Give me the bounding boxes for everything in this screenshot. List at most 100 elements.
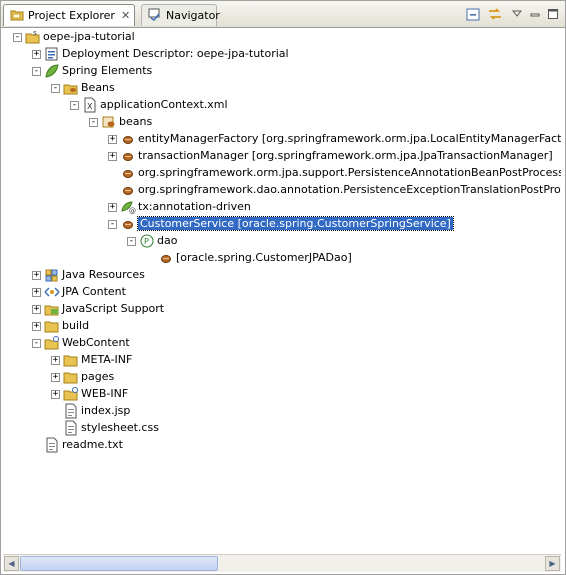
scroll-right-icon[interactable]: ▶ — [545, 556, 560, 571]
view-tab-bar: Project Explorer ✕ Navigator — [1, 1, 565, 28]
xml-file-icon: X — [82, 97, 98, 113]
tree-item[interactable]: + @ tx:annotation-driven — [3, 199, 561, 216]
tree-item-label: JavaScript Support — [62, 302, 165, 315]
tree-item[interactable]: + Java Resources — [3, 267, 561, 284]
expand-toggle-icon[interactable]: + — [108, 135, 117, 144]
file-icon — [63, 403, 79, 419]
deployment-descriptor-icon — [44, 46, 60, 62]
tree-item[interactable]: readme.txt — [3, 437, 561, 454]
tree-item-label: applicationContext.xml — [100, 98, 228, 111]
tree-item[interactable]: - beans — [3, 114, 561, 131]
tree-item-label: Spring Elements — [62, 64, 153, 77]
tree-item-label: stylesheet.css — [81, 421, 159, 434]
file-icon — [63, 420, 79, 436]
javascript-support-icon — [44, 301, 60, 317]
folder-icon — [63, 369, 79, 385]
tree-item[interactable]: + transactionManager [org.springframework… — [3, 148, 561, 165]
view-menu-icon[interactable] — [509, 7, 525, 21]
collapse-toggle-icon[interactable]: - — [89, 118, 98, 127]
expand-toggle-icon[interactable]: + — [108, 203, 117, 212]
expand-toggle-icon[interactable]: + — [51, 390, 60, 399]
collapse-toggle-icon[interactable]: - — [32, 67, 41, 76]
tab-project-explorer[interactable]: Project Explorer ✕ — [3, 4, 135, 26]
expand-toggle-icon[interactable]: + — [32, 305, 41, 314]
tree-item[interactable]: - Spring Elements — [3, 63, 561, 80]
tree-item[interactable]: - XapplicationContext.xml — [3, 97, 561, 114]
tree-item[interactable]: + WEB-INF — [3, 386, 561, 403]
tree-item-label: beans — [119, 115, 153, 128]
tree-item-label: JPA Content — [62, 285, 126, 298]
tree-item[interactable]: + entityManagerFactory [org.springframewo… — [3, 131, 561, 148]
bean-icon — [120, 182, 136, 198]
collapse-toggle-icon[interactable]: - — [108, 220, 117, 229]
link-with-editor-icon[interactable] — [487, 7, 503, 21]
bean-icon — [120, 148, 136, 164]
tree-item-label: META-INF — [81, 353, 133, 366]
minimize-icon[interactable] — [527, 7, 543, 21]
tree-item[interactable]: index.jsp — [3, 403, 561, 420]
collapse-toggle-icon[interactable]: - — [127, 237, 136, 246]
tree-item-label: WebContent — [62, 336, 130, 349]
scrollbar-thumb[interactable] — [20, 556, 218, 571]
tree-item[interactable]: + JPA Content — [3, 284, 561, 301]
svg-text:@: @ — [129, 207, 136, 215]
collapse-toggle-icon[interactable]: - — [13, 33, 22, 42]
tree-item-label: Deployment Descriptor: oepe-jpa-tutorial — [62, 47, 289, 60]
expand-toggle-icon[interactable]: + — [51, 356, 60, 365]
beans-folder-icon — [63, 80, 79, 96]
tree-item-label: tx:annotation-driven — [138, 200, 251, 213]
project-tree[interactable]: - s oepe-jpa-tutorial + Deployment Descripto… — [3, 29, 561, 551]
navigator-icon — [148, 8, 162, 24]
tree-item[interactable]: - CustomerService [oracle.spring.Customer… — [3, 216, 561, 233]
bean-icon — [120, 131, 136, 147]
tree-item[interactable]: + Deployment Descriptor: oepe-jpa-tutoria… — [3, 46, 561, 63]
close-icon[interactable]: ✕ — [121, 10, 130, 21]
tx-annotation-icon: @ — [120, 199, 136, 215]
tree-item[interactable]: - s oepe-jpa-tutorial — [3, 29, 561, 46]
beans-element-icon — [101, 114, 117, 130]
collapse-all-icon[interactable] — [465, 7, 481, 21]
expand-toggle-icon[interactable]: + — [108, 152, 117, 161]
tree-item[interactable]: org.springframework.orm.jpa.support.Pers… — [3, 165, 561, 182]
tree-item-label: oepe-jpa-tutorial — [43, 30, 135, 43]
tree-item[interactable]: - Pdao — [3, 233, 561, 250]
tree-item-label: [oracle.spring.CustomerJPADao] — [176, 251, 352, 264]
tree-item-label: dao — [157, 234, 178, 247]
expand-toggle-icon[interactable]: + — [32, 271, 41, 280]
tree-item-label: build — [62, 319, 90, 332]
expand-toggle-icon[interactable]: + — [32, 322, 41, 331]
tab-navigator[interactable]: Navigator — [141, 4, 220, 26]
expand-toggle-icon[interactable]: + — [51, 373, 60, 382]
bean-icon — [120, 216, 136, 232]
bean-icon — [120, 165, 136, 181]
tree-item[interactable]: - Beans — [3, 80, 561, 97]
project-explorer-view: Project Explorer ✕ Navigator - s oepe-jpa-… — [0, 0, 566, 575]
tree-item-label: org.springframework.orm.jpa.support.Pers… — [138, 166, 561, 179]
project-icon: s — [25, 29, 41, 45]
tree-item[interactable]: - WebContent — [3, 335, 561, 352]
tree-item[interactable]: org.springframework.dao.annotation.Persi… — [3, 182, 561, 199]
tree-item-label: Java Resources — [62, 268, 145, 281]
tree-item[interactable]: + JavaScript Support — [3, 301, 561, 318]
tree-item[interactable]: [oracle.spring.CustomerJPADao] — [3, 250, 561, 267]
collapse-toggle-icon[interactable]: - — [51, 84, 60, 93]
scroll-left-icon[interactable]: ◀ — [4, 556, 19, 571]
tab-label: Navigator — [166, 9, 220, 22]
web-folder-icon — [63, 386, 79, 402]
expand-toggle-icon[interactable]: + — [32, 288, 41, 297]
maximize-icon[interactable] — [545, 7, 561, 21]
expand-toggle-icon[interactable]: + — [32, 50, 41, 59]
collapse-toggle-icon[interactable]: - — [70, 101, 79, 110]
collapse-toggle-icon[interactable]: - — [32, 339, 41, 348]
tree-item-label: pages — [81, 370, 115, 383]
folder-icon — [63, 352, 79, 368]
file-icon — [44, 437, 60, 453]
tree-item[interactable]: + META-INF — [3, 352, 561, 369]
spring-leaf-icon — [44, 63, 60, 79]
horizontal-scrollbar[interactable]: ◀ ▶ — [3, 554, 561, 572]
property-icon: P — [139, 233, 155, 249]
tree-item[interactable]: + build — [3, 318, 561, 335]
tree-item[interactable]: stylesheet.css — [3, 420, 561, 437]
java-resources-icon — [44, 267, 60, 283]
tree-item[interactable]: + pages — [3, 369, 561, 386]
